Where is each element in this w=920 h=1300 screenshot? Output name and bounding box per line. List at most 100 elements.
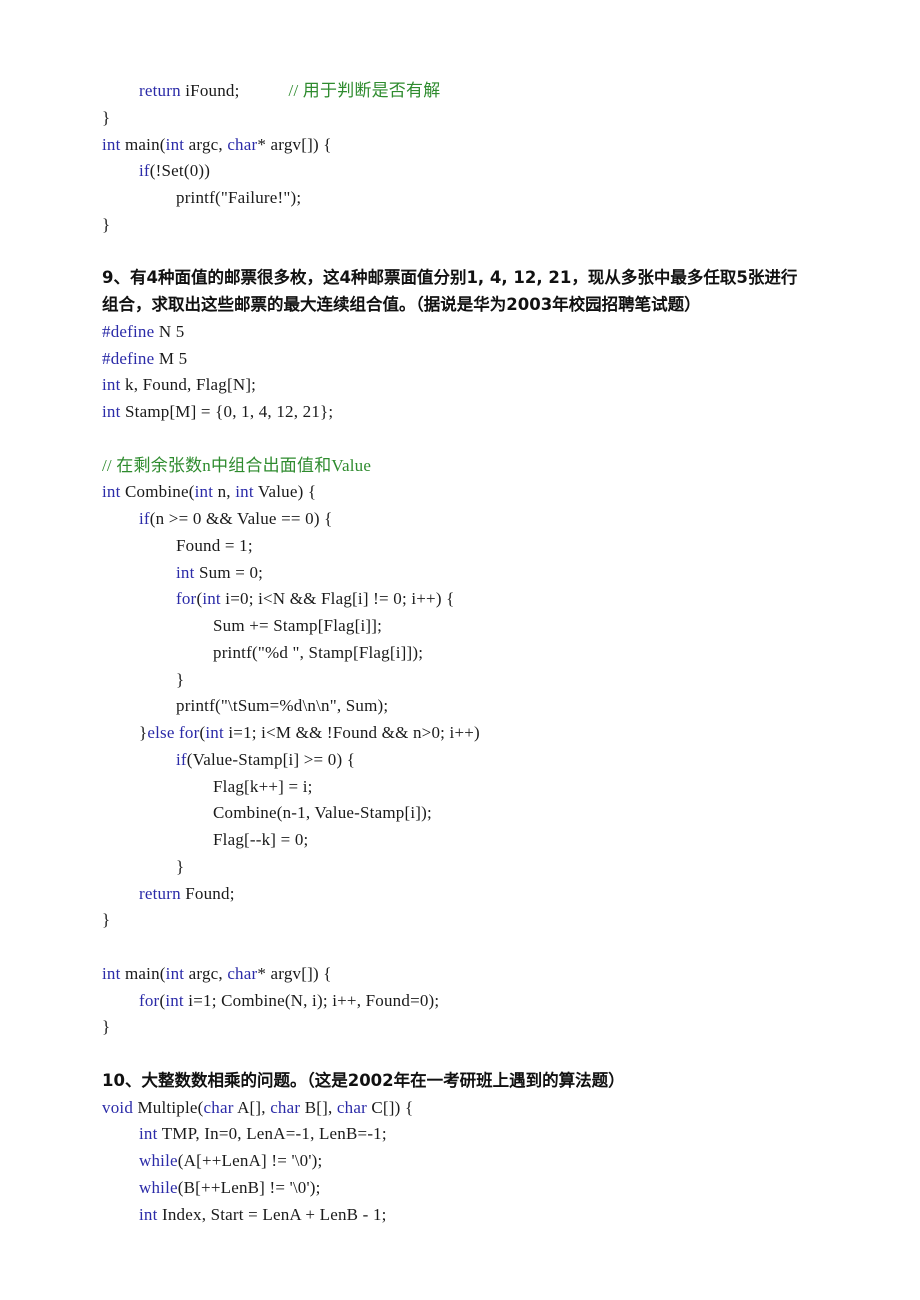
code-keyword: int: [235, 482, 254, 502]
code-text: Sum += Stamp[Flag[i]];: [213, 616, 383, 635]
code-text: Value) {: [253, 482, 317, 502]
code-text: Found = 1;: [176, 535, 253, 555]
code-line: return Found;: [102, 881, 892, 908]
code-line: printf("Failure!");: [102, 185, 892, 212]
code-text: Index, Start = LenA + LenB - 1;: [157, 1204, 387, 1224]
code-line: }: [102, 667, 892, 694]
code-line: // 在剩余张数n中组合出面值和Value: [102, 453, 892, 480]
code-text: }: [102, 214, 111, 234]
code-keyword: if: [176, 749, 187, 769]
document-content: return iFound; // 用于判断是否有解} int main(int …: [102, 78, 892, 1228]
code-line: for(int i=0; i<N && Flag[i] != 0; i++) {: [102, 586, 892, 613]
code-text: printf("\tSum=%d\n\n", Sum);: [176, 696, 389, 716]
code-line: int main(int argc, char* argv[]) {: [102, 132, 892, 159]
code-text: main(: [120, 134, 166, 154]
code-line: int main(int argc, char* argv[]) {: [102, 961, 892, 988]
code-keyword: char: [203, 1097, 234, 1117]
code-text: (B[++LenB] != '\0');: [177, 1177, 321, 1197]
code-text: k, Found, Flag[N];: [120, 375, 257, 395]
code-text: printf("%d ", Stamp[Flag[i]]);: [213, 642, 424, 662]
code-text: (Value-Stamp[i] >= 0) {: [186, 749, 356, 769]
code-keyword: int: [139, 1124, 158, 1144]
code-text: Stamp[M] = {0, 1, 4, 12, 21};: [120, 402, 334, 421]
code-keyword: char: [227, 134, 258, 154]
code-keyword: int: [202, 589, 221, 609]
code-line: Sum += Stamp[Flag[i]];: [102, 613, 892, 640]
code-text: C[]) {: [366, 1097, 414, 1117]
code-keyword: int: [165, 134, 185, 154]
code-line: Found = 1;: [102, 533, 892, 560]
code-text: }: [102, 910, 111, 930]
code-line: if(!Set(0)): [102, 158, 892, 185]
code-text: argc,: [184, 963, 228, 983]
code-keyword: char: [270, 1097, 301, 1117]
code-line: printf("\tSum=%d\n\n", Sum);: [102, 693, 892, 720]
code-line: printf("%d ", Stamp[Flag[i]]);: [102, 640, 892, 667]
code-line: }: [102, 105, 892, 132]
code-line: while(A[++LenA] != '\0');: [102, 1148, 892, 1175]
code-line: Flag[--k] = 0;: [102, 827, 892, 854]
code-text: }: [102, 1017, 111, 1037]
code-line: Flag[k++] = i;: [102, 774, 892, 801]
code-keyword: int: [102, 375, 121, 395]
code-line: }: [102, 1014, 892, 1041]
code-text: (A[++LenA] != '\0');: [177, 1151, 323, 1170]
code-text: Combine(n-1, Value-Stamp[i]);: [213, 803, 432, 823]
code-keyword: if: [139, 509, 150, 528]
code-line: #define N 5: [102, 319, 892, 346]
code-text: * argv[]) {: [257, 134, 332, 154]
code-line: return iFound; // 用于判断是否有解: [102, 78, 892, 105]
code-keyword: char: [227, 963, 258, 983]
code-keyword: while: [139, 1177, 178, 1197]
code-text: (n >= 0 && Value == 0) {: [149, 509, 333, 528]
code-text: TMP, In=0, LenA=-1, LenB=-1;: [157, 1124, 387, 1144]
code-text: B[],: [300, 1097, 337, 1117]
code-keyword: int: [194, 482, 214, 502]
code-keyword: return: [139, 883, 181, 903]
code-line: int TMP, In=0, LenA=-1, LenB=-1;: [102, 1121, 892, 1148]
code-text: printf("Failure!");: [176, 188, 302, 207]
code-text: * argv[]) {: [257, 963, 332, 983]
code-text: Found;: [180, 883, 235, 903]
code-keyword: int: [102, 134, 121, 154]
code-line: if(n >= 0 && Value == 0) {: [102, 506, 892, 533]
code-text: (!Set(0)): [149, 161, 211, 181]
code-keyword: int: [102, 402, 121, 421]
code-keyword: int: [165, 963, 185, 983]
code-keyword: int: [165, 990, 184, 1010]
code-text: }: [102, 107, 111, 127]
code-text: main(: [120, 963, 166, 983]
code-preprocessor: #define: [102, 348, 155, 368]
code-text: M 5: [154, 348, 188, 368]
code-keyword: int: [102, 482, 121, 502]
code-line: }: [102, 212, 892, 239]
code-keyword: char: [336, 1097, 367, 1117]
code-line: Combine(n-1, Value-Stamp[i]);: [102, 800, 892, 827]
code-text: }: [176, 669, 185, 689]
code-text: N 5: [154, 321, 185, 341]
code-keyword: if: [139, 161, 150, 181]
code-keyword: int: [102, 963, 121, 983]
code-line: void Multiple(char A[], char B[], char C…: [102, 1095, 892, 1122]
code-keyword: while: [139, 1151, 178, 1170]
code-line: }else for(int i=1; i<M && !Found && n>0;…: [102, 720, 892, 747]
code-text: n,: [213, 482, 236, 502]
code-text: A[],: [233, 1097, 271, 1117]
code-keyword: for: [139, 990, 160, 1010]
code-line: int Stamp[M] = {0, 1, 4, 12, 21};: [102, 399, 892, 426]
code-line: int Sum = 0;: [102, 560, 892, 587]
problem-heading: 组合，求取出这些邮票的最大连续组合值。（据说是华为2003年校园招聘笔试题）: [102, 295, 701, 314]
code-text: Sum = 0;: [194, 562, 264, 582]
code-comment: // 在剩余张数n中组合出面值和Value: [102, 455, 372, 475]
code-keyword: return: [139, 81, 181, 100]
code-text: argc,: [184, 134, 228, 154]
code-preprocessor: #define: [102, 321, 155, 341]
code-text: Combine(: [120, 482, 195, 502]
code-line: if(Value-Stamp[i] >= 0) {: [102, 747, 892, 774]
code-text: iFound;: [180, 81, 240, 100]
